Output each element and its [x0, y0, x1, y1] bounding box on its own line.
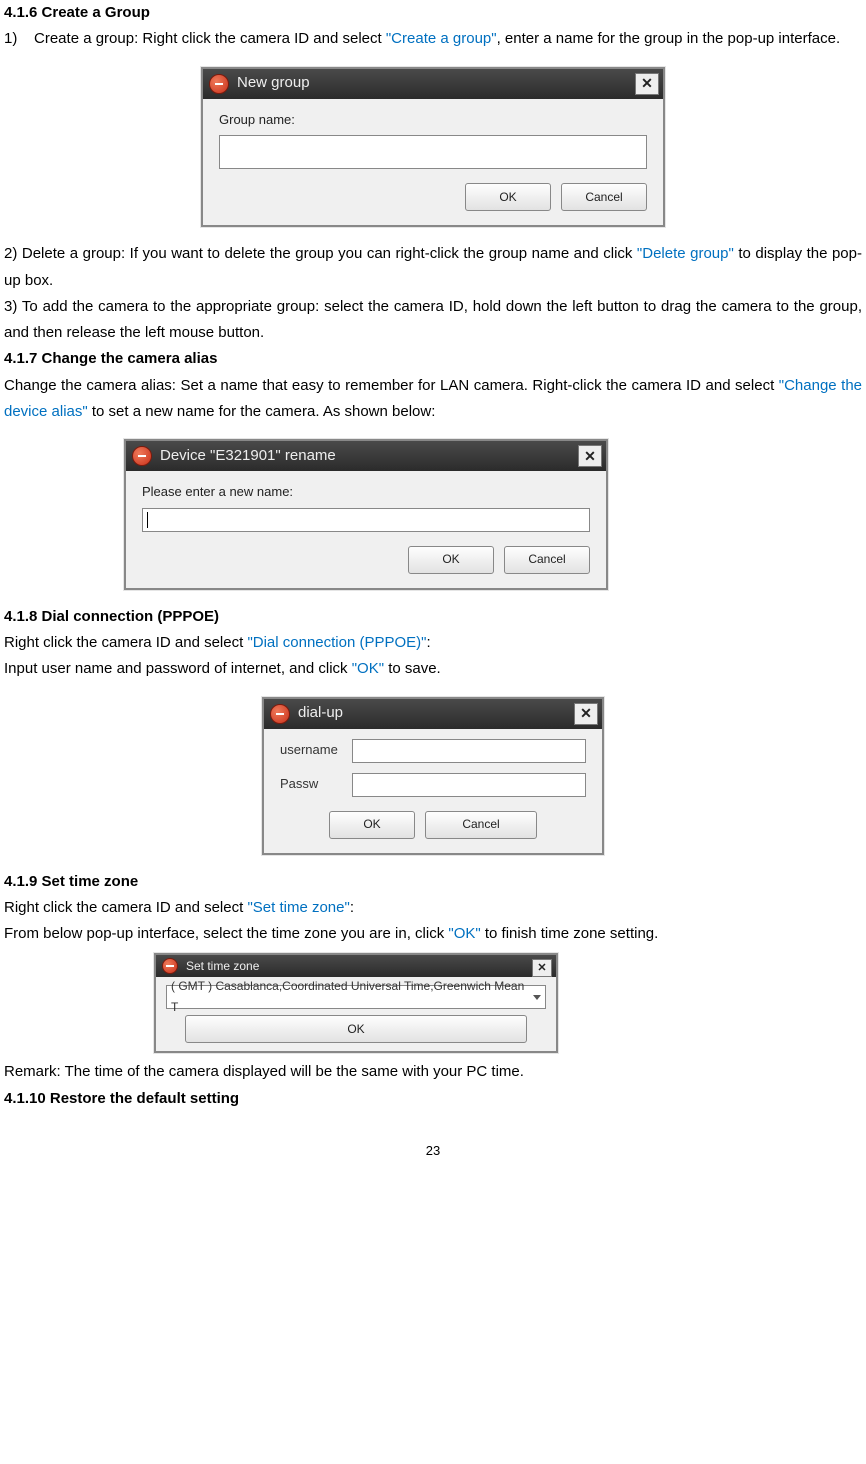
page-number: 23 — [4, 1112, 862, 1163]
link-delete-group: "Delete group" — [637, 245, 734, 262]
timezone-select[interactable]: ( GMT ) Casablanca,Coordinated Universal… — [166, 985, 546, 1009]
step-1: 1) Create a group: Right click the camer… — [4, 26, 862, 52]
para-419-1: Right click the camera ID and select "Se… — [4, 895, 862, 921]
step-2: 2) Delete a group: If you want to delete… — [4, 241, 862, 294]
remark: Remark: The time of the camera displayed… — [4, 1059, 862, 1085]
dialog-title: dial-up — [298, 700, 343, 726]
para-418-1: Right click the camera ID and select "Di… — [4, 630, 862, 656]
link-set-timezone: "Set time zone" — [247, 899, 349, 916]
link-ok: "OK" — [448, 925, 480, 942]
group-name-input[interactable] — [219, 135, 647, 169]
new-name-input[interactable] — [142, 508, 590, 532]
link-create-group: "Create a group" — [386, 30, 497, 47]
step-number: 1) — [4, 30, 17, 47]
close-button[interactable]: ✕ — [578, 445, 602, 467]
titlebar: New group ✕ — [203, 69, 663, 99]
group-name-label: Group name: — [219, 109, 647, 132]
text: Input user name and password of internet… — [4, 660, 352, 677]
para-418-2: Input user name and password of internet… — [4, 656, 862, 682]
text: to finish time zone setting. — [481, 925, 659, 942]
text: : — [350, 899, 354, 916]
heading-416: 4.1.6 Create a Group — [4, 0, 862, 26]
new-name-label: Please enter a new name: — [142, 481, 590, 504]
step-3: 3) To add the camera to the appropriate … — [4, 294, 862, 347]
password-label: Passw — [280, 773, 352, 796]
close-button[interactable]: ✕ — [532, 959, 552, 977]
text: Change the camera alias: Set a name that… — [4, 377, 779, 394]
chevron-down-icon — [533, 995, 541, 1000]
text: Create a group: Right click the camera I… — [34, 30, 386, 47]
username-input[interactable] — [352, 739, 586, 763]
rename-dialog: Device "E321901" rename ✕ Please enter a… — [124, 439, 608, 590]
cancel-button[interactable]: Cancel — [425, 811, 537, 839]
ok-button[interactable]: OK — [329, 811, 415, 839]
heading-419: 4.1.9 Set time zone — [4, 869, 862, 895]
password-input[interactable] — [352, 773, 586, 797]
titlebar: Device "E321901" rename ✕ — [126, 441, 606, 471]
dialog-title: New group — [237, 70, 310, 96]
titlebar: dial-up ✕ — [264, 699, 602, 729]
dialog-title: Set time zone — [186, 956, 259, 977]
heading-417: 4.1.7 Change the camera alias — [4, 346, 862, 372]
app-icon — [270, 704, 290, 724]
ok-button[interactable]: OK — [408, 546, 494, 574]
app-icon — [162, 958, 178, 974]
text: to save. — [384, 660, 441, 677]
ok-button[interactable]: OK — [465, 183, 551, 211]
text: 2) Delete a group: If you want to delete… — [4, 245, 637, 262]
app-icon — [132, 446, 152, 466]
text: Right click the camera ID and select — [4, 899, 247, 916]
cancel-button[interactable]: Cancel — [561, 183, 647, 211]
username-label: username — [280, 739, 352, 762]
new-group-dialog: New group ✕ Group name: OK Cancel — [201, 67, 665, 228]
titlebar: Set time zone ✕ — [156, 955, 556, 977]
cancel-button[interactable]: Cancel — [504, 546, 590, 574]
timezone-dialog: Set time zone ✕ ( GMT ) Casablanca,Coord… — [154, 953, 558, 1053]
heading-4110: 4.1.10 Restore the default setting — [4, 1086, 862, 1112]
text: : — [427, 634, 431, 651]
ok-button[interactable]: OK — [185, 1015, 527, 1043]
selected-option: ( GMT ) Casablanca,Coordinated Universal… — [171, 976, 533, 1018]
text: to set a new name for the camera. As sho… — [88, 403, 436, 420]
dialog-title: Device "E321901" rename — [160, 443, 336, 469]
text: Right click the camera ID and select — [4, 634, 247, 651]
app-icon — [209, 74, 229, 94]
close-button[interactable]: ✕ — [574, 703, 598, 725]
link-pppoe: "Dial connection (PPPOE)" — [247, 634, 426, 651]
text: , enter a name for the group in the pop-… — [497, 30, 841, 47]
text-cursor-icon — [147, 512, 148, 528]
link-ok: "OK" — [352, 660, 384, 677]
para-419-2: From below pop-up interface, select the … — [4, 921, 862, 947]
text: From below pop-up interface, select the … — [4, 925, 448, 942]
dialup-dialog: dial-up ✕ username Passw OK Cancel — [262, 697, 604, 855]
close-button[interactable]: ✕ — [635, 73, 659, 95]
heading-418: 4.1.8 Dial connection (PPPOE) — [4, 604, 862, 630]
para-417: Change the camera alias: Set a name that… — [4, 373, 862, 426]
